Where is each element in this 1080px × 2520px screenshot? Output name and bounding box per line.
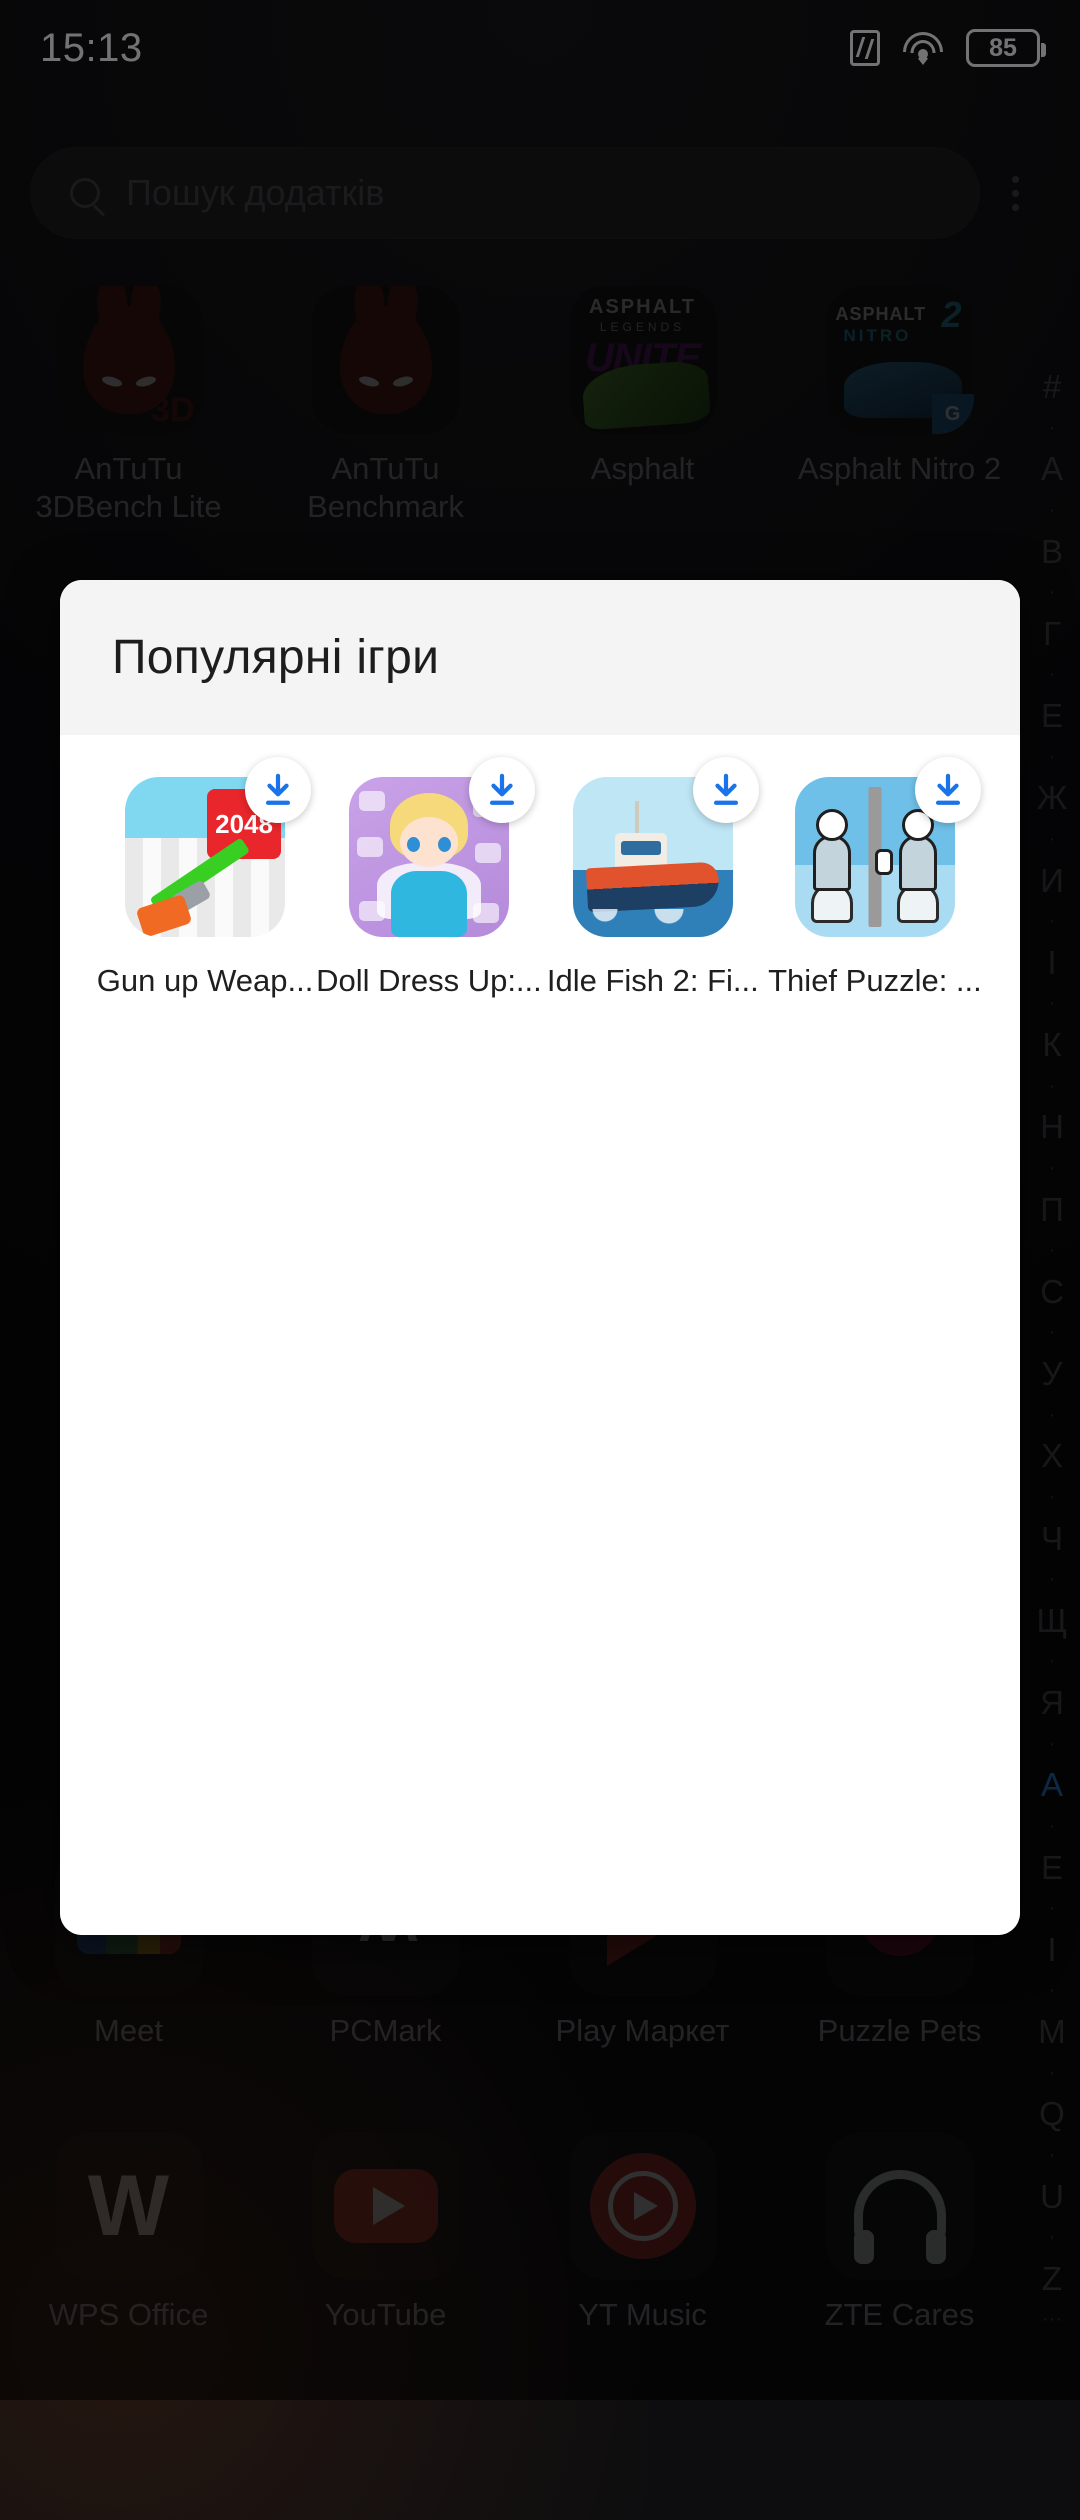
dialog-title: Популярні ігри xyxy=(112,631,440,684)
download-icon[interactable] xyxy=(914,757,981,823)
game-card[interactable]: Idle Fish 2: Fi... xyxy=(542,757,764,999)
game-card[interactable]: Thief Puzzle: ... xyxy=(764,757,986,999)
download-icon[interactable] xyxy=(245,757,312,823)
game-card[interactable]: Doll Dress Up:... xyxy=(316,757,542,999)
game-title: Doll Dress Up:... xyxy=(316,963,542,998)
dialog-body: 2048 Gun up Weap... Doll Dress Up:... Id… xyxy=(60,735,1020,1935)
game-title: Idle Fish 2: Fi... xyxy=(546,963,759,998)
game-card[interactable]: 2048 Gun up Weap... xyxy=(94,757,316,999)
game-list: 2048 Gun up Weap... Doll Dress Up:... Id… xyxy=(94,757,986,999)
popular-games-dialog: Популярні ігри 2048 Gun up Weap... Doll … xyxy=(60,580,1020,1935)
game-title: Gun up Weap... xyxy=(96,963,314,998)
dialog-header: Популярні ігри xyxy=(60,580,1020,735)
download-icon[interactable] xyxy=(468,757,535,823)
game-title: Thief Puzzle: ... xyxy=(768,963,982,998)
download-icon[interactable] xyxy=(692,757,759,823)
